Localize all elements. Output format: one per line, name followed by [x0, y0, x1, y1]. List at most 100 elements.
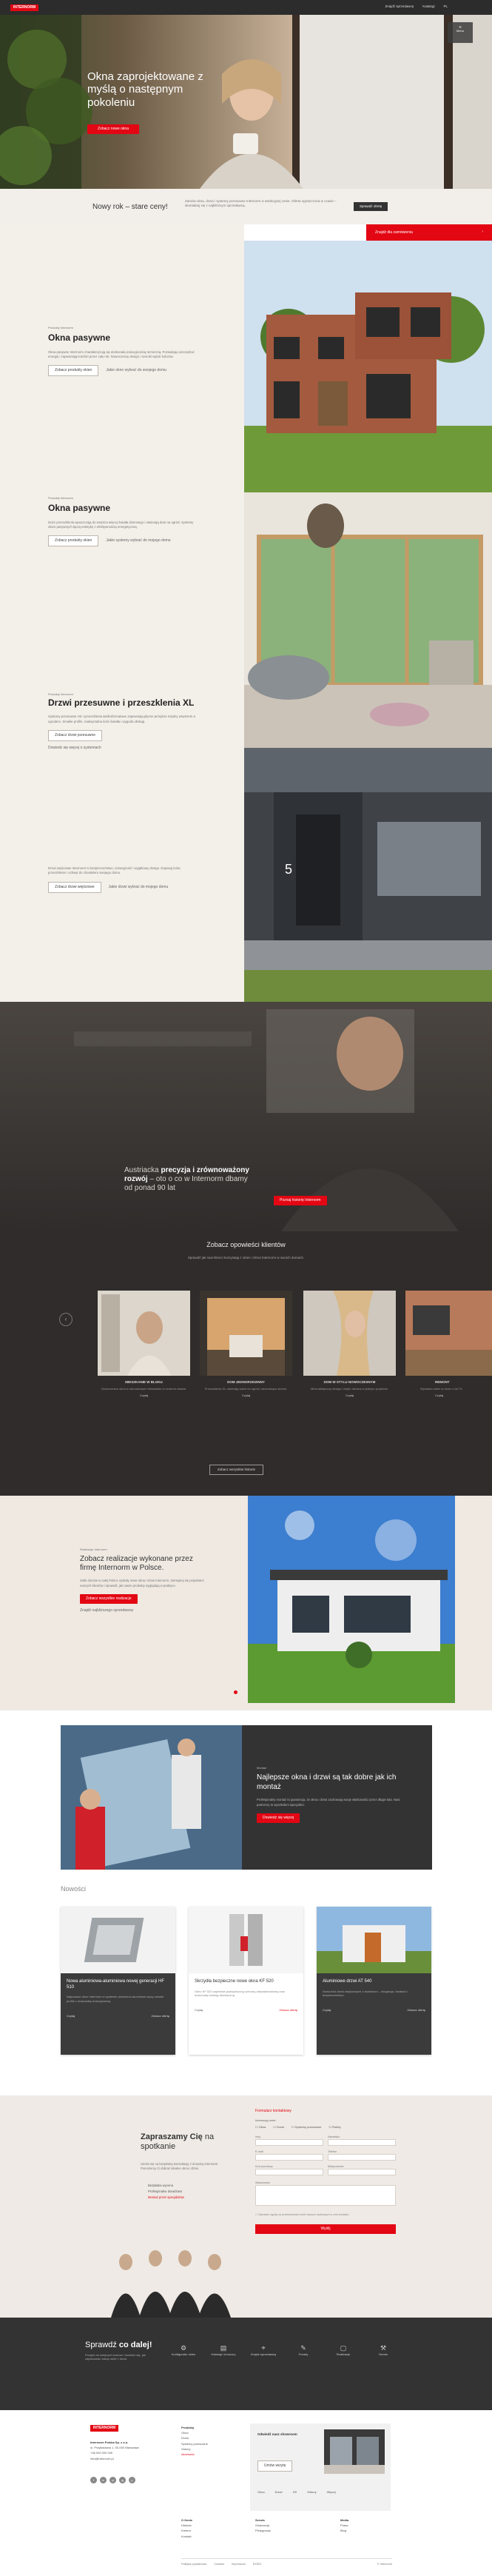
option-checkbox[interactable]: ☐ Rolety	[328, 2125, 340, 2129]
youtube-icon[interactable]: yt	[109, 2477, 116, 2483]
arrow-right-icon: ›	[482, 230, 483, 234]
product-link[interactable]: Jakie okno wybrać do swojego domu	[106, 368, 166, 373]
step-advice[interactable]: ✎ Porady	[290, 2344, 317, 2357]
hero-image	[0, 15, 492, 189]
showroom-tabs: Okna Drzwi HS Osłony Więcej	[257, 2490, 336, 2494]
dealer-link[interactable]: Znajdź sprzedawcę	[385, 4, 414, 9]
news-more-link[interactable]: Czytaj	[195, 2008, 203, 2012]
consent-checkbox[interactable]: ☐ Wyrażam zgodę na przetwarzanie moich d…	[255, 2213, 396, 2217]
pinterest-icon[interactable]: p	[129, 2477, 135, 2483]
last-name-field[interactable]	[328, 2138, 396, 2146]
news-more-link[interactable]: Czytaj	[323, 2008, 331, 2012]
news-card-title: Aluminiowe drzwi AT 540	[323, 1979, 372, 1984]
showroom-button[interactable]: Umów wizytę	[257, 2460, 293, 2472]
install-banner: Montaż Najlepsze okna i drzwi są tak dob…	[61, 1725, 432, 1870]
phone-link[interactable]: +48 000 000 000	[90, 2450, 149, 2455]
step-service[interactable]: ⚒ Serwis	[370, 2344, 397, 2357]
news-card[interactable]: Aluminiowe drzwi AT 540 Nowa linia drzwi…	[317, 1907, 431, 2055]
news-tag-link[interactable]: Zobacz ofertę	[280, 2008, 297, 2012]
city-field[interactable]	[328, 2168, 396, 2175]
step-dealer[interactable]: ⌖ Znajdź sprzedawcę	[250, 2344, 277, 2357]
story-more-link[interactable]: Czytaj	[200, 1394, 292, 1397]
footer-col-service: Serwis Gwarancja Pielęgnacja	[255, 2518, 271, 2533]
product-link[interactable]: Jakie systemy wybrać do mojego domu	[106, 538, 170, 543]
austria-cta-button[interactable]: Poznaj historię Internorm	[274, 1196, 327, 1205]
facebook-icon[interactable]: f	[90, 2477, 97, 2483]
logo[interactable]: INTERNORM	[10, 4, 38, 11]
story-card[interactable]: MIESZKANIE W BLOKU Nowoczesne okna w odn…	[98, 1291, 190, 1398]
news-card[interactable]: Skrzydła bezpieczne nowe okna KF 520 Okn…	[189, 1907, 303, 2055]
menu-icon: ☰	[459, 25, 462, 29]
language-link[interactable]: PL	[443, 4, 448, 9]
story-card[interactable]: REMONT Wymiana okien w domu z lat 70. Cz…	[405, 1291, 492, 1398]
story-more-link[interactable]: Czytaj	[98, 1394, 190, 1397]
promo-title: Nowy rok – stare ceny!	[92, 203, 168, 211]
product-link[interactable]: Dowiedz się więcej o systemach	[48, 746, 196, 751]
hero: Okna zaprojektowane z myślą o następnym …	[0, 15, 492, 189]
story-text: Nowoczesne okna w odnowionym mieszkaniu …	[101, 1387, 186, 1391]
catalog-link[interactable]: Katalogi	[422, 4, 434, 9]
install-button[interactable]: Dowiedz się więcej	[257, 1813, 300, 1823]
product-text: Okna pasywne Internorm charakteryzują si…	[48, 349, 195, 359]
promo-cta-button[interactable]: Sprawdź ofertę	[354, 202, 388, 212]
first-name-field[interactable]	[255, 2138, 323, 2146]
realizations-text: Setki domów w całej Polsce zyskały nowe …	[80, 1579, 204, 1588]
product-button[interactable]: Zobacz produkty okien	[48, 365, 99, 377]
step-catalogs[interactable]: ▤ Katalogi i broszury	[210, 2344, 237, 2357]
step-realizations[interactable]: ▢ Realizacje	[330, 2344, 357, 2357]
form-title: Formularz kontaktowy	[255, 2109, 292, 2113]
product-title: Okna pasywne	[48, 332, 111, 344]
story-card[interactable]: DOM JEDNORODZINNY Przeszklenia XL otwier…	[200, 1291, 292, 1398]
product-title: Okna pasywne	[48, 503, 111, 514]
news-tag-link[interactable]: Zobacz ofertę	[152, 2014, 169, 2018]
contact-text: Umów się na bezpłatną konsultację z dora…	[141, 2162, 219, 2170]
product-link[interactable]: Jakie drzwi wybrać do mojego domu	[109, 885, 169, 890]
news-image	[317, 1907, 431, 1973]
footer-logo[interactable]: INTERNORM	[90, 2425, 118, 2432]
submit-button[interactable]: Wyślij	[255, 2224, 396, 2234]
stories-title: Zobacz opowieści klientów	[206, 1241, 286, 1248]
phone-field[interactable]	[328, 2153, 396, 2161]
dealer-cta-button[interactable]: Znajdź dla zamówienia ›	[366, 224, 492, 241]
hero-cta-button[interactable]: Zobacz nowe okna	[87, 124, 139, 134]
story-more-link[interactable]: Czytaj	[405, 1394, 492, 1397]
product-button[interactable]: Zobacz produkty okien	[48, 535, 99, 547]
slider-dot[interactable]	[234, 1690, 237, 1694]
postcode-field[interactable]	[255, 2168, 323, 2175]
contact-points: Bezpłatna wycena Profesjonalne doradztwo…	[148, 2184, 184, 2199]
hero-title: Okna zaprojektowane z myślą o następnym …	[87, 70, 203, 109]
linkedin-icon[interactable]: in	[100, 2477, 107, 2483]
story-card[interactable]: DOM W STYLU NOWOCZESNYM Minimalistyczny …	[303, 1291, 396, 1398]
email-field[interactable]	[255, 2153, 323, 2161]
product-button[interactable]: Zobacz drzwi przesuwne	[48, 730, 103, 741]
story-image	[98, 1291, 190, 1376]
product-block-4: Drzwi wejściowe Internorm to bezpieczeńs…	[48, 866, 196, 893]
team-photo	[111, 2250, 231, 2318]
page: INTERNORM Znajdź sprzedawcę Katalogi PL	[0, 0, 492, 2576]
slider-prev-button[interactable]: ‹	[59, 1313, 73, 1326]
news-title: Nowości	[61, 1885, 87, 1893]
story-more-link[interactable]: Czytaj	[303, 1394, 396, 1397]
option-checkbox[interactable]: ☐ Okna	[255, 2125, 266, 2129]
menu-button[interactable]: ☰ Menu	[448, 22, 473, 43]
option-checkbox[interactable]: ☐ Systemy przesuwne	[292, 2125, 322, 2129]
product-block-3: Produkty Internorm Drzwi przesuwne i prz…	[48, 692, 196, 751]
image-icon: ▢	[340, 2344, 347, 2352]
interest-options: ☐ Okna ☐ Drzwi ☐ Systemy przesuwne ☐ Rol…	[255, 2125, 396, 2129]
news-tag-link[interactable]: Zobacz ofertę	[408, 2008, 425, 2012]
realizations-section: Realizacje Internorm Zobacz realizacje w…	[0, 1496, 492, 1710]
step-configurator[interactable]: ⚙ Konfigurator okien	[170, 2344, 197, 2357]
option-checkbox[interactable]: ☐ Drzwi	[273, 2125, 284, 2129]
product-button[interactable]: Zobacz drzwi wejściowe	[48, 881, 101, 893]
news-card[interactable]: Nowa aluminiowa-aluminiowa nowej generac…	[61, 1907, 175, 2055]
product-title: Drzwi przesuwne i przeszklenia XL	[48, 697, 195, 709]
instagram-icon[interactable]: ig	[119, 2477, 126, 2483]
realizations-link[interactable]: Znajdź najbliższego sprzedawcę	[80, 1608, 206, 1613]
product-block-1: Produkty Internorm Okna pasywne Okna pas…	[48, 326, 196, 377]
email-link[interactable]: info@internorm.pl	[90, 2456, 149, 2461]
all-stories-button[interactable]: Zobacz wszystkie historie	[209, 1465, 264, 1476]
news-more-link[interactable]: Czytaj	[67, 2014, 75, 2018]
realizations-button[interactable]: Zobacz wszystkie realizacje	[80, 1593, 138, 1604]
contact-section: Zapraszamy Cię na spotkanie Umów się na …	[0, 2095, 492, 2318]
message-field[interactable]	[255, 2185, 396, 2207]
